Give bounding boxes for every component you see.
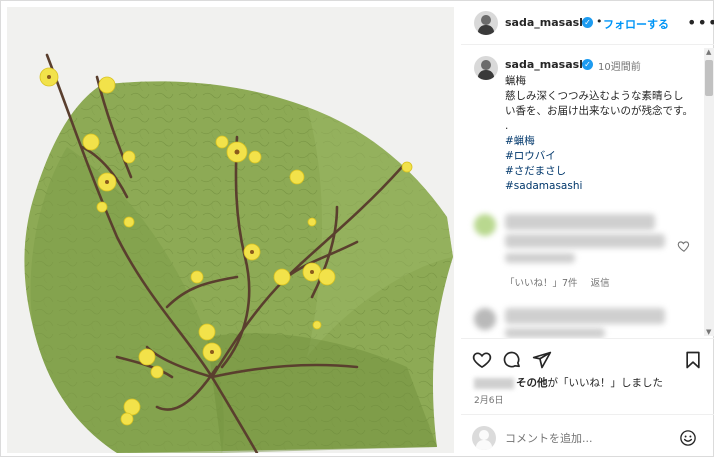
avatar-face <box>481 15 491 26</box>
verified-badge-icon: ✓ <box>582 17 593 28</box>
post-dialog: sada_masashi ✓ • フォローする ••• sada_masashi… <box>0 0 714 457</box>
post-date[interactable]: 2月6日 <box>474 393 503 406</box>
caption-text: 蝋梅 慈しみ深くつつみ込むような素晴らしい香を、お届け出来ないのが残念です。 .… <box>505 74 693 194</box>
post-header: sada_masashi ✓ • フォローする ••• <box>461 1 714 45</box>
caption-time-ago[interactable]: 10週間前 <box>598 58 641 73</box>
follow-button[interactable]: フォローする <box>603 16 669 32</box>
scroll-up-arrow-icon[interactable]: ▲ <box>706 48 711 56</box>
author-avatar[interactable] <box>474 11 498 35</box>
more-horizontal-icon[interactable]: ••• <box>687 13 714 32</box>
hashtag-link[interactable]: #さだまさし <box>505 164 693 179</box>
scrollbar-thumb[interactable] <box>705 60 713 96</box>
post-photo[interactable] <box>7 7 454 453</box>
blurred-commenter-avatar <box>474 308 496 330</box>
avatar-face <box>479 430 489 441</box>
caption-username[interactable]: sada_masashi <box>505 58 591 71</box>
post-actions: その他が「いいね！」しました 2月6日 <box>461 338 714 457</box>
comment-likes-link[interactable]: 「いいね！」7件 <box>505 278 578 289</box>
hashtag-link[interactable]: #蝋梅 <box>505 134 693 149</box>
likes-others-link[interactable]: その他 <box>516 377 548 389</box>
add-comment-bar <box>461 414 714 457</box>
avatar-body <box>478 24 494 35</box>
caption-line: . <box>505 120 509 132</box>
comment-meta: 「いいね！」7件 返信 <box>505 275 620 289</box>
hashtag-link[interactable]: #sadamasashi <box>505 179 693 194</box>
reply-button[interactable]: 返信 <box>591 278 610 289</box>
author-username[interactable]: sada_masashi <box>505 16 591 29</box>
blurred-comment-text <box>505 214 655 230</box>
verified-badge-icon: ✓ <box>582 59 593 70</box>
send-icon[interactable] <box>532 350 552 370</box>
blurred-comment-text <box>505 308 665 324</box>
caption-line: 慈しみ深くつつみ込むような素晴らしい香を、お届け出来ないのが残念です。 <box>505 90 693 117</box>
blurred-liker-name <box>474 377 514 389</box>
comment-input[interactable] <box>505 428 665 448</box>
blurred-comment-text <box>505 328 605 338</box>
comment-heart-icon[interactable] <box>677 239 691 253</box>
likes-summary: その他が「いいね！」しました <box>474 375 663 390</box>
comment-list[interactable]: sada_masashi ✓ 10週間前 蝋梅 慈しみ深くつつみ込むような素晴ら… <box>461 46 714 338</box>
comment-icon[interactable] <box>502 350 522 370</box>
current-user-avatar <box>472 426 496 450</box>
heart-icon[interactable] <box>472 350 492 370</box>
post-sidebar: sada_masashi ✓ • フォローする ••• sada_masashi… <box>461 1 714 457</box>
caption-line: 蝋梅 <box>505 75 526 87</box>
comments-scrollbar[interactable]: ▲ ▼ <box>704 48 714 336</box>
hashtag-link[interactable]: #ロウバイ <box>505 149 693 164</box>
emoji-icon[interactable] <box>679 429 697 447</box>
blurred-comment-text <box>505 234 665 248</box>
likes-summary-text: が「いいね！」しました <box>547 377 664 389</box>
avatar-face <box>481 60 491 71</box>
bookmark-icon[interactable] <box>683 350 703 370</box>
header-separator: • <box>596 15 603 28</box>
blurred-comment-text <box>505 253 575 263</box>
avatar-body <box>476 439 492 450</box>
blurred-commenter-avatar <box>474 214 496 236</box>
caption-avatar[interactable] <box>474 56 498 80</box>
wintersweet-photo-illustration <box>7 7 454 453</box>
avatar-body <box>478 69 494 80</box>
scroll-down-arrow-icon[interactable]: ▼ <box>706 328 711 336</box>
